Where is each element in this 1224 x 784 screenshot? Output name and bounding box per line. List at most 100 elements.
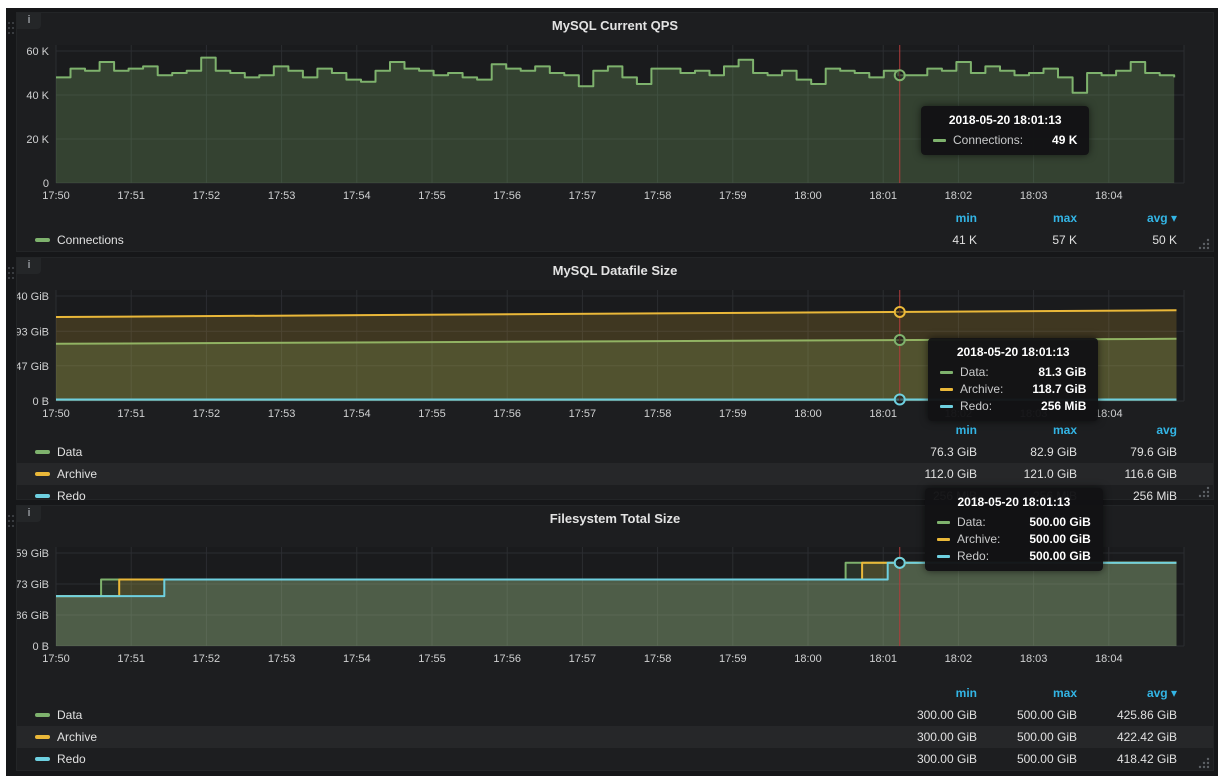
panel-drag-handle-icon[interactable]: [8, 515, 16, 533]
series-dash-icon: [937, 521, 950, 524]
legend-row-redo[interactable]: Redo 300.00 GiB 500.00 GiB 418.42 GiB: [17, 748, 1213, 770]
legend-min-value: 76.3 GiB: [877, 445, 977, 459]
y-axis-label: 140 GiB: [17, 291, 49, 303]
legend-table: min max avg ▾ Data 300.00 GiB 500.00 GiB…: [17, 682, 1213, 770]
legend-row-archive[interactable]: Archive 112.0 GiB 121.0 GiB 116.6 GiB: [17, 463, 1213, 485]
tooltip-timestamp: 2018-05-20 18:01:13: [933, 113, 1077, 127]
series-dash-icon: [35, 238, 50, 242]
panel-drag-handle-icon[interactable]: [8, 267, 16, 285]
series-dash-icon: [35, 494, 50, 498]
hover-point-icon: [895, 70, 905, 80]
legend-series-label: Archive: [57, 467, 97, 481]
series-dash-icon: [35, 735, 50, 739]
legend-max-value: 500.00 GiB: [977, 730, 1077, 744]
tooltip-panel3: 2018-05-20 18:01:13 Data:500.00 GiB Arch…: [925, 488, 1103, 571]
tooltip-series-label: Data:: [957, 515, 986, 529]
legend-header-max[interactable]: max: [977, 423, 1077, 437]
legend-row-archive[interactable]: Archive 300.00 GiB 500.00 GiB 422.42 GiB: [17, 726, 1213, 748]
hover-point-icon: [895, 335, 905, 345]
legend-avg-value: 422.42 GiB: [1077, 730, 1177, 744]
tooltip-series-label: Connections:: [953, 133, 1023, 147]
y-axis-label: 373 GiB: [17, 579, 49, 591]
x-axis-label: 17:56: [493, 653, 521, 665]
x-axis-label: 17:53: [268, 653, 296, 665]
legend-header-min[interactable]: min: [877, 686, 977, 700]
legend-header-row: min max avg: [17, 419, 1213, 441]
x-axis-label: 18:03: [1020, 190, 1048, 202]
x-axis-label: 17:58: [644, 653, 672, 665]
panel-title[interactable]: MySQL Datafile Size: [17, 263, 1213, 278]
x-axis-label: 17:52: [193, 190, 221, 202]
x-axis-label: 17:58: [644, 190, 672, 202]
legend-header-min[interactable]: min: [877, 211, 977, 225]
legend-avg-value: 425.86 GiB: [1077, 708, 1177, 722]
tooltip-series-value: 256 MiB: [1019, 399, 1086, 413]
legend-series-label: Redo: [57, 489, 86, 503]
x-axis-label: 18:03: [1020, 653, 1048, 665]
legend-series-label: Archive: [57, 730, 97, 744]
x-axis-label: 18:02: [945, 190, 973, 202]
tooltip-timestamp: 2018-05-20 18:01:13: [940, 345, 1086, 359]
x-axis-label: 17:59: [719, 653, 747, 665]
legend-avg-value: 418.42 GiB: [1077, 752, 1177, 766]
hover-point-icon: [895, 558, 905, 568]
legend-series-label: Connections: [57, 233, 124, 247]
y-axis-label: 559 GiB: [17, 548, 49, 560]
tooltip-series-label: Archive:: [960, 382, 1003, 396]
x-axis-label: 17:56: [493, 190, 521, 202]
x-axis-label: 18:04: [1095, 653, 1123, 665]
y-axis-label: 40 K: [26, 90, 49, 102]
y-axis-label: 0 B: [32, 396, 49, 408]
panel-drag-handle-icon[interactable]: [8, 22, 16, 40]
tooltip-series-label: Redo:: [960, 399, 992, 413]
legend-header-row: min max avg ▾: [17, 207, 1213, 229]
legend-min-value: 41 K: [877, 233, 977, 247]
legend-max-value: 57 K: [977, 233, 1077, 247]
y-axis-label: 0: [43, 178, 49, 190]
tooltip-row: Redo:500.00 GiB: [937, 549, 1091, 563]
x-axis-label: 18:00: [794, 653, 822, 665]
tooltip-timestamp: 2018-05-20 18:01:13: [937, 495, 1091, 509]
resize-handle-icon[interactable]: [1198, 485, 1210, 497]
legend-header-avg[interactable]: avg ▾: [1077, 686, 1177, 700]
legend-header-max[interactable]: max: [977, 686, 1077, 700]
legend-row-connections[interactable]: Connections 41 K 57 K 50 K: [17, 229, 1213, 251]
legend-row-data[interactable]: Data 76.3 GiB 82.9 GiB 79.6 GiB: [17, 441, 1213, 463]
tooltip-row: Data:81.3 GiB: [940, 365, 1086, 379]
tooltip-panel2: 2018-05-20 18:01:13 Data:81.3 GiB Archiv…: [928, 338, 1098, 421]
legend-series-label: Data: [57, 708, 82, 722]
x-axis-label: 17:50: [42, 653, 70, 665]
legend-row-data[interactable]: Data 300.00 GiB 500.00 GiB 425.86 GiB: [17, 704, 1213, 726]
y-axis-label: 20 K: [26, 134, 49, 146]
x-axis-label: 17:52: [193, 653, 221, 665]
tooltip-panel1: 2018-05-20 18:01:13 Connections: 49 K: [921, 106, 1089, 155]
series-dash-icon: [35, 472, 50, 476]
legend-min-value: 112.0 GiB: [877, 467, 977, 481]
tooltip-row: Redo: 256 MiB: [940, 399, 1086, 413]
x-axis-label: 18:00: [794, 190, 822, 202]
legend-max-value: 500.00 GiB: [977, 708, 1077, 722]
legend-header-avg[interactable]: avg ▾: [1077, 211, 1177, 225]
legend-header-min[interactable]: min: [877, 423, 977, 437]
legend-series-label: Redo: [57, 752, 86, 766]
series-dash-icon: [35, 757, 50, 761]
series-dash-icon: [35, 450, 50, 454]
series-dash-icon: [933, 139, 946, 142]
x-axis-label: 17:54: [343, 190, 371, 202]
x-axis-label: 18:02: [945, 653, 973, 665]
legend-max-value: 121.0 GiB: [977, 467, 1077, 481]
legend-min-value: 300.00 GiB: [877, 752, 977, 766]
resize-handle-icon[interactable]: [1198, 237, 1210, 249]
resize-handle-icon[interactable]: [1198, 756, 1210, 768]
tooltip-row: Connections: 49 K: [933, 133, 1077, 147]
tooltip-series-label: Redo:: [957, 549, 989, 563]
tooltip-series-value: 49 K: [1030, 133, 1077, 147]
legend-header-max[interactable]: max: [977, 211, 1077, 225]
legend-avg-value: 50 K: [1077, 233, 1177, 247]
x-axis-label: 18:04: [1095, 190, 1123, 202]
x-axis-label: 17:50: [42, 190, 70, 202]
legend-header-avg[interactable]: avg: [1077, 423, 1177, 437]
series-dash-icon: [940, 405, 953, 408]
hover-point-icon: [895, 395, 905, 405]
panel-title[interactable]: MySQL Current QPS: [17, 18, 1213, 33]
